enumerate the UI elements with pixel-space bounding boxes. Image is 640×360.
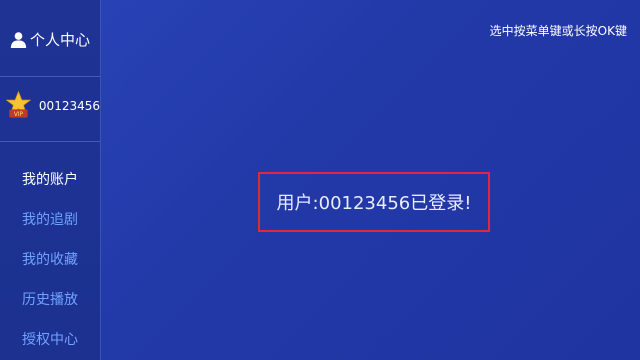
login-status-box[interactable]: 用户:00123456已登录! (258, 172, 490, 232)
divider (0, 76, 100, 77)
vip-badge-text: VIP (14, 112, 24, 118)
sidebar-item-account[interactable]: 我的账户 (0, 160, 100, 200)
user-id: 00123456 (38, 99, 100, 113)
sidebar-menu: 我的账户 我的追剧 我的收藏 历史播放 授权中心 (0, 160, 100, 360)
sidebar-item-following[interactable]: 我的追剧 (0, 200, 100, 240)
user-info: VIP 00123456 (0, 84, 100, 128)
sidebar-item-history[interactable]: 历史播放 (0, 280, 100, 320)
sidebar-title: 个人中心 (30, 31, 91, 49)
sidebar: 个人中心 VIP 00123456 我的账户 我的追剧 我的收藏 历史播放 授权… (0, 0, 101, 360)
sidebar-item-favorites[interactable]: 我的收藏 (0, 240, 100, 280)
divider (0, 141, 100, 142)
sidebar-item-authorization[interactable]: 授权中心 (0, 320, 100, 360)
sidebar-header: 个人中心 (0, 0, 100, 76)
login-status-text: 用户:00123456已登录! (276, 193, 472, 214)
menu-hint: 选中按菜单键或长按OK键 (489, 24, 627, 38)
person-icon (10, 32, 27, 48)
vip-star-icon: VIP (6, 90, 31, 118)
